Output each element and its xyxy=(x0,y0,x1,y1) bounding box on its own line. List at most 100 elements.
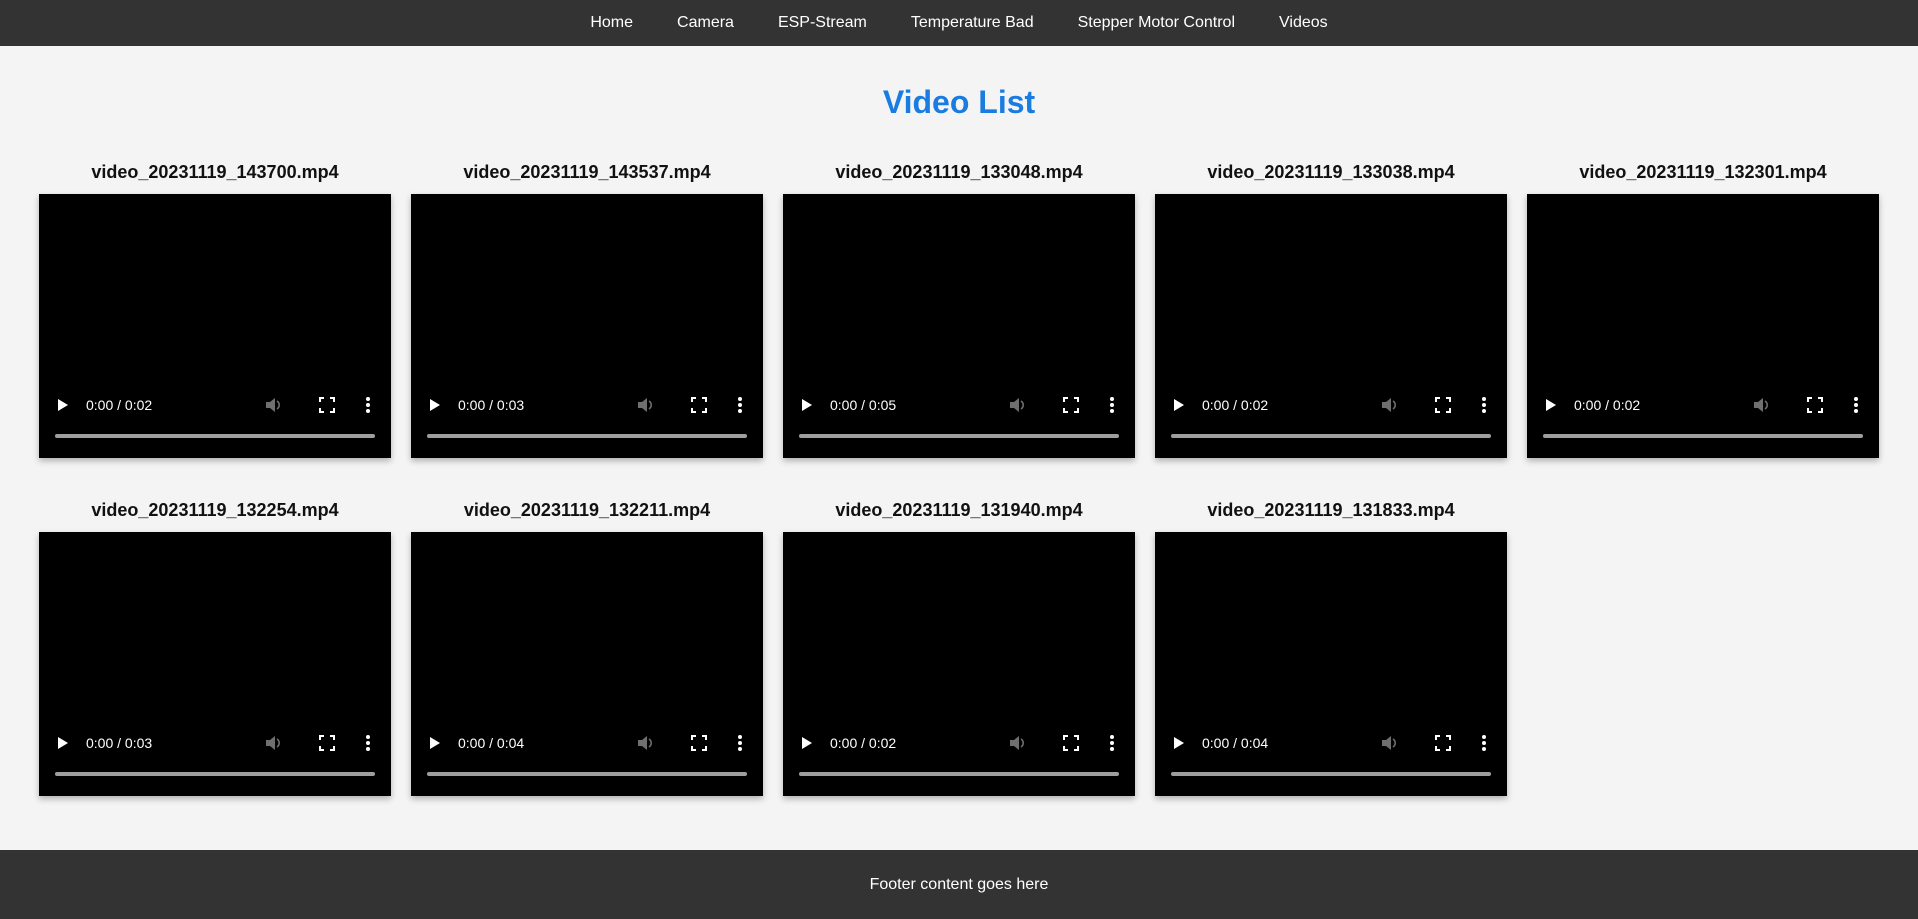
video-title: video_20231119_132254.mp4 xyxy=(91,500,339,520)
play-icon[interactable] xyxy=(1174,399,1184,411)
progress-bar[interactable] xyxy=(427,772,747,776)
video-player[interactable]: 0:00 / 0:02 xyxy=(1527,194,1879,458)
nav-link-home[interactable]: Home xyxy=(590,0,633,46)
fullscreen-icon[interactable] xyxy=(691,397,707,413)
volume-icon[interactable] xyxy=(1752,396,1770,414)
video-player[interactable]: 0:00 / 0:02 xyxy=(783,532,1135,796)
video-grid: video_20231119_143700.mp4 0:00 / 0:02 vi… xyxy=(39,160,1879,796)
video-player[interactable]: 0:00 / 0:04 xyxy=(1155,532,1507,796)
fullscreen-icon[interactable] xyxy=(319,397,335,413)
progress-bar[interactable] xyxy=(1171,772,1491,776)
video-title: video_20231119_132211.mp4 xyxy=(463,500,711,520)
video-title: video_20231119_132301.mp4 xyxy=(1579,162,1827,182)
video-card: video_20231119_132254.mp4 0:00 / 0:03 xyxy=(39,498,391,796)
video-controls: 0:00 / 0:02 xyxy=(1155,390,1507,420)
video-player[interactable]: 0:00 / 0:05 xyxy=(783,194,1135,458)
progress-bar[interactable] xyxy=(55,772,375,776)
video-time: 0:00 / 0:02 xyxy=(86,397,153,413)
footer-text: Footer content goes here xyxy=(869,875,1049,893)
nav-link-temperature-bad[interactable]: Temperature Bad xyxy=(911,0,1034,46)
play-icon[interactable] xyxy=(802,737,812,749)
page-title: Video List xyxy=(882,84,1036,120)
video-player[interactable]: 0:00 / 0:02 xyxy=(39,194,391,458)
video-title: video_20231119_133048.mp4 xyxy=(835,162,1083,182)
play-icon[interactable] xyxy=(58,737,68,749)
more-options-icon[interactable] xyxy=(1481,734,1487,752)
more-options-icon[interactable] xyxy=(737,734,743,752)
more-options-icon[interactable] xyxy=(737,396,743,414)
more-options-icon[interactable] xyxy=(1481,396,1487,414)
fullscreen-icon[interactable] xyxy=(691,735,707,751)
video-time: 0:00 / 0:03 xyxy=(458,397,525,413)
video-card: video_20231119_143700.mp4 0:00 / 0:02 xyxy=(39,160,391,458)
volume-icon[interactable] xyxy=(636,396,654,414)
progress-bar[interactable] xyxy=(55,434,375,438)
play-icon[interactable] xyxy=(802,399,812,411)
video-controls: 0:00 / 0:02 xyxy=(783,728,1135,758)
video-player[interactable]: 0:00 / 0:03 xyxy=(411,194,763,458)
play-icon[interactable] xyxy=(1174,737,1184,749)
play-icon[interactable] xyxy=(430,399,440,411)
more-options-icon[interactable] xyxy=(1109,396,1115,414)
progress-bar[interactable] xyxy=(799,434,1119,438)
video-controls: 0:00 / 0:05 xyxy=(783,390,1135,420)
video-title: video_20231119_143700.mp4 xyxy=(91,162,339,182)
fullscreen-icon[interactable] xyxy=(1807,397,1823,413)
video-controls: 0:00 / 0:04 xyxy=(1155,728,1507,758)
video-controls: 0:00 / 0:03 xyxy=(411,390,763,420)
fullscreen-icon[interactable] xyxy=(1063,735,1079,751)
video-card: video_20231119_143537.mp4 0:00 / 0:03 xyxy=(411,160,763,458)
video-card: video_20231119_132211.mp4 0:00 / 0:04 xyxy=(411,498,763,796)
video-title: video_20231119_131833.mp4 xyxy=(1207,500,1455,520)
volume-icon[interactable] xyxy=(1380,396,1398,414)
video-time: 0:00 / 0:02 xyxy=(1574,397,1641,413)
progress-bar[interactable] xyxy=(1543,434,1863,438)
video-time: 0:00 / 0:02 xyxy=(1202,397,1269,413)
video-time: 0:00 / 0:04 xyxy=(458,735,525,751)
video-title: video_20231119_133038.mp4 xyxy=(1207,162,1455,182)
play-icon[interactable] xyxy=(1546,399,1556,411)
video-time: 0:00 / 0:04 xyxy=(1202,735,1269,751)
video-time: 0:00 / 0:02 xyxy=(830,735,897,751)
video-controls: 0:00 / 0:02 xyxy=(1527,390,1879,420)
nav-link-camera[interactable]: Camera xyxy=(677,0,734,46)
volume-icon[interactable] xyxy=(264,734,282,752)
more-options-icon[interactable] xyxy=(365,396,371,414)
more-options-icon[interactable] xyxy=(1853,396,1859,414)
top-navigation: Home Camera ESP-Stream Temperature Bad S… xyxy=(0,0,1918,46)
volume-icon[interactable] xyxy=(264,396,282,414)
progress-bar[interactable] xyxy=(1171,434,1491,438)
nav-link-videos[interactable]: Videos xyxy=(1279,0,1328,46)
play-icon[interactable] xyxy=(58,399,68,411)
volume-icon[interactable] xyxy=(1380,734,1398,752)
progress-bar[interactable] xyxy=(799,772,1119,776)
volume-icon[interactable] xyxy=(636,734,654,752)
video-title: video_20231119_143537.mp4 xyxy=(463,162,711,182)
fullscreen-icon[interactable] xyxy=(319,735,335,751)
video-card: video_20231119_133048.mp4 0:00 / 0:05 xyxy=(783,160,1135,458)
volume-icon[interactable] xyxy=(1008,396,1026,414)
more-options-icon[interactable] xyxy=(1109,734,1115,752)
video-card: video_20231119_133038.mp4 0:00 / 0:02 xyxy=(1155,160,1507,458)
video-time: 0:00 / 0:03 xyxy=(86,735,153,751)
video-player[interactable]: 0:00 / 0:03 xyxy=(39,532,391,796)
footer: Footer content goes here xyxy=(0,850,1918,919)
video-time: 0:00 / 0:05 xyxy=(830,397,897,413)
nav-link-esp-stream[interactable]: ESP-Stream xyxy=(778,0,867,46)
video-controls: 0:00 / 0:03 xyxy=(39,728,391,758)
volume-icon[interactable] xyxy=(1008,734,1026,752)
fullscreen-icon[interactable] xyxy=(1435,735,1451,751)
video-controls: 0:00 / 0:04 xyxy=(411,728,763,758)
video-player[interactable]: 0:00 / 0:04 xyxy=(411,532,763,796)
fullscreen-icon[interactable] xyxy=(1435,397,1451,413)
video-card: video_20231119_131833.mp4 0:00 / 0:04 xyxy=(1155,498,1507,796)
video-card: video_20231119_131940.mp4 0:00 / 0:02 xyxy=(783,498,1135,796)
more-options-icon[interactable] xyxy=(365,734,371,752)
progress-bar[interactable] xyxy=(427,434,747,438)
video-player[interactable]: 0:00 / 0:02 xyxy=(1155,194,1507,458)
video-card: video_20231119_132301.mp4 0:00 / 0:02 xyxy=(1527,160,1879,458)
video-controls: 0:00 / 0:02 xyxy=(39,390,391,420)
play-icon[interactable] xyxy=(430,737,440,749)
nav-link-stepper-motor-control[interactable]: Stepper Motor Control xyxy=(1078,0,1235,46)
fullscreen-icon[interactable] xyxy=(1063,397,1079,413)
